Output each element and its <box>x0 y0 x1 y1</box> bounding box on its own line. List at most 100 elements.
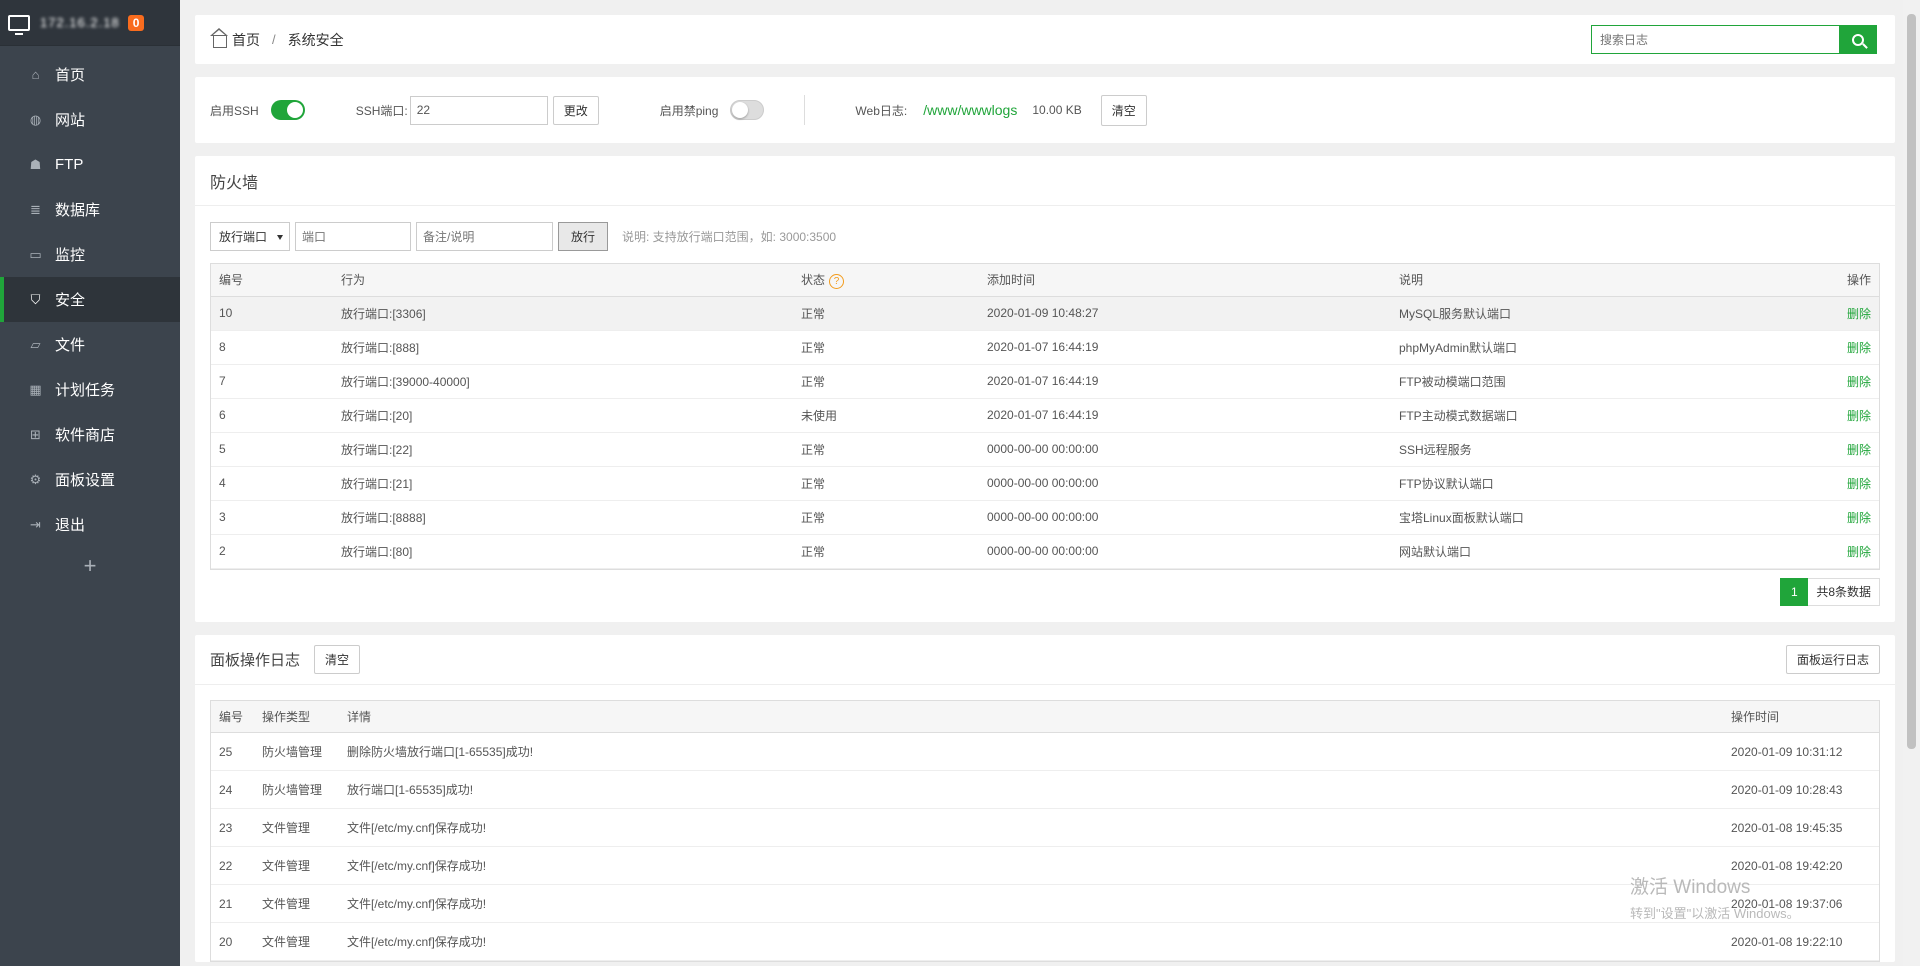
sidebar-item-cron[interactable]: ▦ 计划任务 <box>0 367 180 412</box>
sidebar-item-database[interactable]: ≣ 数据库 <box>0 187 180 232</box>
delete-link[interactable]: 删除 <box>1765 398 1879 433</box>
server-ip: 172.16.2.18 <box>40 15 120 30</box>
note-input[interactable] <box>416 222 553 251</box>
sidebar-item-website[interactable]: ◍ 网站 <box>0 97 180 142</box>
delete-link[interactable]: 删除 <box>1765 500 1879 535</box>
page-scrollbar[interactable] <box>1903 0 1920 966</box>
delete-link[interactable]: 删除 <box>1765 534 1879 569</box>
total-count: 共8条数据 <box>1808 577 1880 606</box>
col-action: 行为 <box>333 264 793 297</box>
cell-status: 正常 <box>793 534 979 569</box>
clear-weblog-button[interactable]: 清空 <box>1100 94 1147 126</box>
firewall-toolbar: 放行端口 放行 说明: 支持放行端口范围，如: 3000:3500 <box>195 206 1895 263</box>
delete-link[interactable]: 删除 <box>1765 432 1879 467</box>
sidebar-item-label: FTP <box>55 156 84 173</box>
sidebar-item-home[interactable]: ⌂ 首页 <box>0 52 180 97</box>
cell-desc: 宝塔Linux面板默认端口 <box>1391 500 1766 535</box>
breadcrumb-current: 系统安全 <box>287 31 344 48</box>
sidebar-item-monitor[interactable]: ▭ 监控 <box>0 232 180 277</box>
weblog-label: Web日志: <box>855 103 908 118</box>
col-id: 编号 <box>211 700 254 733</box>
database-icon: ≣ <box>30 201 41 217</box>
gear-icon: ⚙ <box>29 471 42 487</box>
sidebar-item-label: 安全 <box>55 292 86 309</box>
sidebar-item-label: 监控 <box>55 247 86 264</box>
cell-desc: FTP被动模端口范围 <box>1391 364 1766 399</box>
cell-action: 放行端口:[80] <box>333 534 793 569</box>
oplog-header: 面板操作日志 清空 面板运行日志 <box>195 635 1895 685</box>
search-input[interactable] <box>1591 25 1839 54</box>
sidebar-item-ftp[interactable]: ☗ FTP <box>0 142 180 187</box>
ssh-toggle[interactable] <box>270 100 305 120</box>
search-button[interactable] <box>1839 25 1877 54</box>
cell-detail: 文件[/etc/my.cnf]保存成功! <box>339 884 1723 923</box>
table-row: 25 防火墙管理 删除防火墙放行端口[1-65535]成功! 2020-01-09 1… <box>211 732 1879 771</box>
sidebar-item-settings[interactable]: ⚙ 面板设置 <box>0 457 180 502</box>
table-row: 23 文件管理 文件[/etc/my.cnf]保存成功! 2020-01-08 19:… <box>211 808 1879 847</box>
page-1[interactable]: 1 <box>1780 577 1809 606</box>
watermark-title: 激活 Windows <box>1630 877 1751 898</box>
sidebar-item-label: 首页 <box>55 67 86 84</box>
cell-type: 防火墙管理 <box>254 732 339 771</box>
cell-type: 防火墙管理 <box>254 770 339 809</box>
sidebar-item-label: 数据库 <box>55 202 101 219</box>
clear-log-button[interactable]: 清空 <box>314 644 361 674</box>
scroll-thumb[interactable] <box>1907 14 1916 749</box>
notification-badge[interactable]: 0 <box>127 14 145 31</box>
delete-link[interactable]: 删除 <box>1765 364 1879 399</box>
allow-button[interactable]: 放行 <box>558 222 609 251</box>
cell-action: 放行端口:[3306] <box>333 296 793 331</box>
breadcrumb-home[interactable]: 首页 <box>210 27 260 50</box>
table-row: 2 放行端口:[80] 正常 0000-00-00 00:00:00 网站默认端口 删除 <box>211 534 1879 569</box>
cell-status: 正常 <box>793 330 979 365</box>
sidebar-item-files[interactable]: ▱ 文件 <box>0 322 180 367</box>
table-row: 24 防火墙管理 放行端口[1-65535]成功! 2020-01-09 10:28:… <box>211 770 1879 809</box>
table-row: 22 文件管理 文件[/etc/my.cnf]保存成功! 2020-01-08 19:… <box>211 846 1879 885</box>
divider <box>804 95 806 125</box>
weblog-path-link[interactable]: /www/wwwlogs <box>923 102 1017 118</box>
col-id: 编号 <box>211 264 333 297</box>
cell-optime: 2020-01-09 10:28:43 <box>1723 770 1879 809</box>
shield-icon: ⛉ <box>30 291 41 307</box>
cell-detail: 文件[/etc/my.cnf]保存成功! <box>339 922 1723 961</box>
run-log-button[interactable]: 面板运行日志 <box>1785 644 1880 674</box>
help-icon[interactable]: ? <box>829 273 845 289</box>
cell-desc: phpMyAdmin默认端口 <box>1391 330 1766 365</box>
change-port-button[interactable]: 更改 <box>552 95 599 125</box>
table-row: 4 放行端口:[21] 正常 0000-00-00 00:00:00 FTP协议默认端口… <box>211 466 1879 501</box>
port-input[interactable] <box>295 222 411 251</box>
sidebar-item-store[interactable]: ⊞ 软件商店 <box>0 412 180 457</box>
ssh-label: 启用SSH <box>210 103 259 118</box>
weblog-size: 10.00 KB <box>1032 103 1082 117</box>
col-time: 添加时间 <box>979 264 1391 297</box>
monitor-icon <box>8 14 30 35</box>
cell-id: 25 <box>211 732 254 771</box>
pagination: 1 共8条数据 <box>195 570 1895 622</box>
cell-desc: 网站默认端口 <box>1391 534 1766 569</box>
folder-icon: ▱ <box>30 336 41 352</box>
cell-desc: SSH远程服务 <box>1391 432 1766 467</box>
ping-toggle[interactable] <box>730 100 765 120</box>
cell-status: 正常 <box>793 432 979 467</box>
cell-status: 正常 <box>793 364 979 399</box>
sidebar-item-label: 网站 <box>55 112 86 129</box>
delete-link[interactable]: 删除 <box>1765 330 1879 365</box>
cell-time: 2020-01-09 10:48:27 <box>979 296 1391 331</box>
cell-optime: 2020-01-09 10:31:12 <box>1723 732 1879 771</box>
ssh-port-input[interactable] <box>409 95 548 125</box>
cell-type: 文件管理 <box>254 808 339 847</box>
rule-type-select[interactable]: 放行端口 <box>210 222 290 251</box>
toggle-knob <box>732 102 749 118</box>
windows-activation-watermark: 激活 Windows 转到"设置"以激活 Windows。 <box>1630 872 1800 922</box>
firewall-table: 编号 行为 状态? 添加时间 说明 操作 10 放行端口:[3306] 正常 2020… <box>210 263 1880 570</box>
sidebar-item-logout[interactable]: ⇥ 退出 <box>0 502 180 547</box>
delete-link[interactable]: 删除 <box>1765 296 1879 331</box>
table-row: 5 放行端口:[22] 正常 0000-00-00 00:00:00 SSH远程服务 删除 <box>211 432 1879 467</box>
add-menu-button[interactable]: + <box>0 553 180 579</box>
server-header: 172.16.2.18 0 <box>0 0 180 46</box>
sidebar-item-security[interactable]: ⛉ 安全 <box>0 277 180 322</box>
delete-link[interactable]: 删除 <box>1765 466 1879 501</box>
logout-icon: ⇥ <box>30 516 41 532</box>
home-icon <box>210 27 228 48</box>
cell-action: 放行端口:[20] <box>333 398 793 433</box>
